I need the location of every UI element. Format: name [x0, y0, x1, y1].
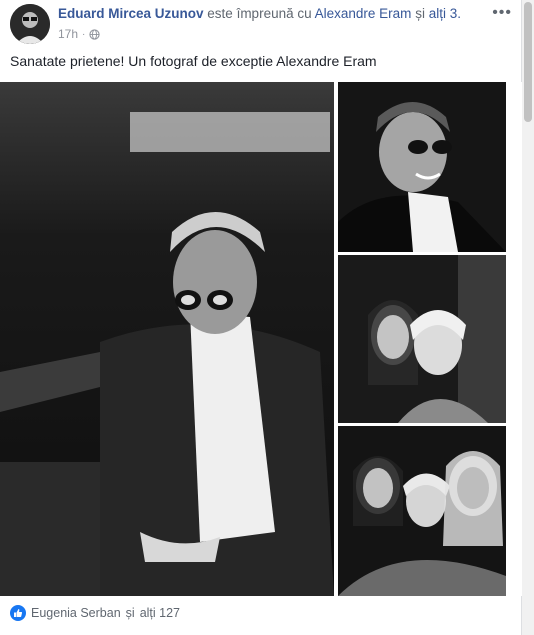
- tagged-person-link[interactable]: Alexandre Eram: [315, 6, 412, 21]
- with-text: este împreună cu: [207, 6, 312, 21]
- reactions-others[interactable]: alți 127: [140, 606, 180, 620]
- globe-icon[interactable]: [89, 28, 101, 40]
- photo-grid: [0, 82, 522, 596]
- more-options-icon[interactable]: •••: [492, 4, 512, 22]
- meta-separator: ·: [82, 28, 86, 40]
- author-name-link[interactable]: Eduard Mircea Uzunov: [58, 6, 204, 21]
- reactions-bar[interactable]: Eugenia Serban și alți 127: [10, 605, 180, 621]
- header-title-line: Eduard Mircea Uzunov este împreună cu Al…: [58, 6, 461, 21]
- and-text: și: [415, 6, 425, 21]
- photo-main[interactable]: [0, 82, 334, 596]
- like-icon: [10, 605, 26, 621]
- photo-mid-right[interactable]: [338, 255, 506, 423]
- reactions-names[interactable]: Eugenia Serban: [31, 606, 121, 620]
- photo-top-right[interactable]: [338, 82, 506, 252]
- scrollbar-thumb[interactable]: [524, 2, 532, 122]
- post-header: Eduard Mircea Uzunov este împreună cu Al…: [10, 4, 512, 44]
- photo-bottom-right[interactable]: [338, 426, 506, 596]
- post-meta: 17h ·: [58, 27, 101, 41]
- post-text: Sanatate prietene! Un fotograf de except…: [10, 53, 377, 69]
- reactions-and: și: [125, 606, 135, 620]
- post-card: Eduard Mircea Uzunov este împreună cu Al…: [0, 0, 522, 635]
- others-link[interactable]: alți 3.: [429, 6, 461, 21]
- post-time-link[interactable]: 17h: [58, 27, 78, 41]
- author-avatar[interactable]: [10, 4, 50, 44]
- scrollbar[interactable]: [522, 0, 534, 635]
